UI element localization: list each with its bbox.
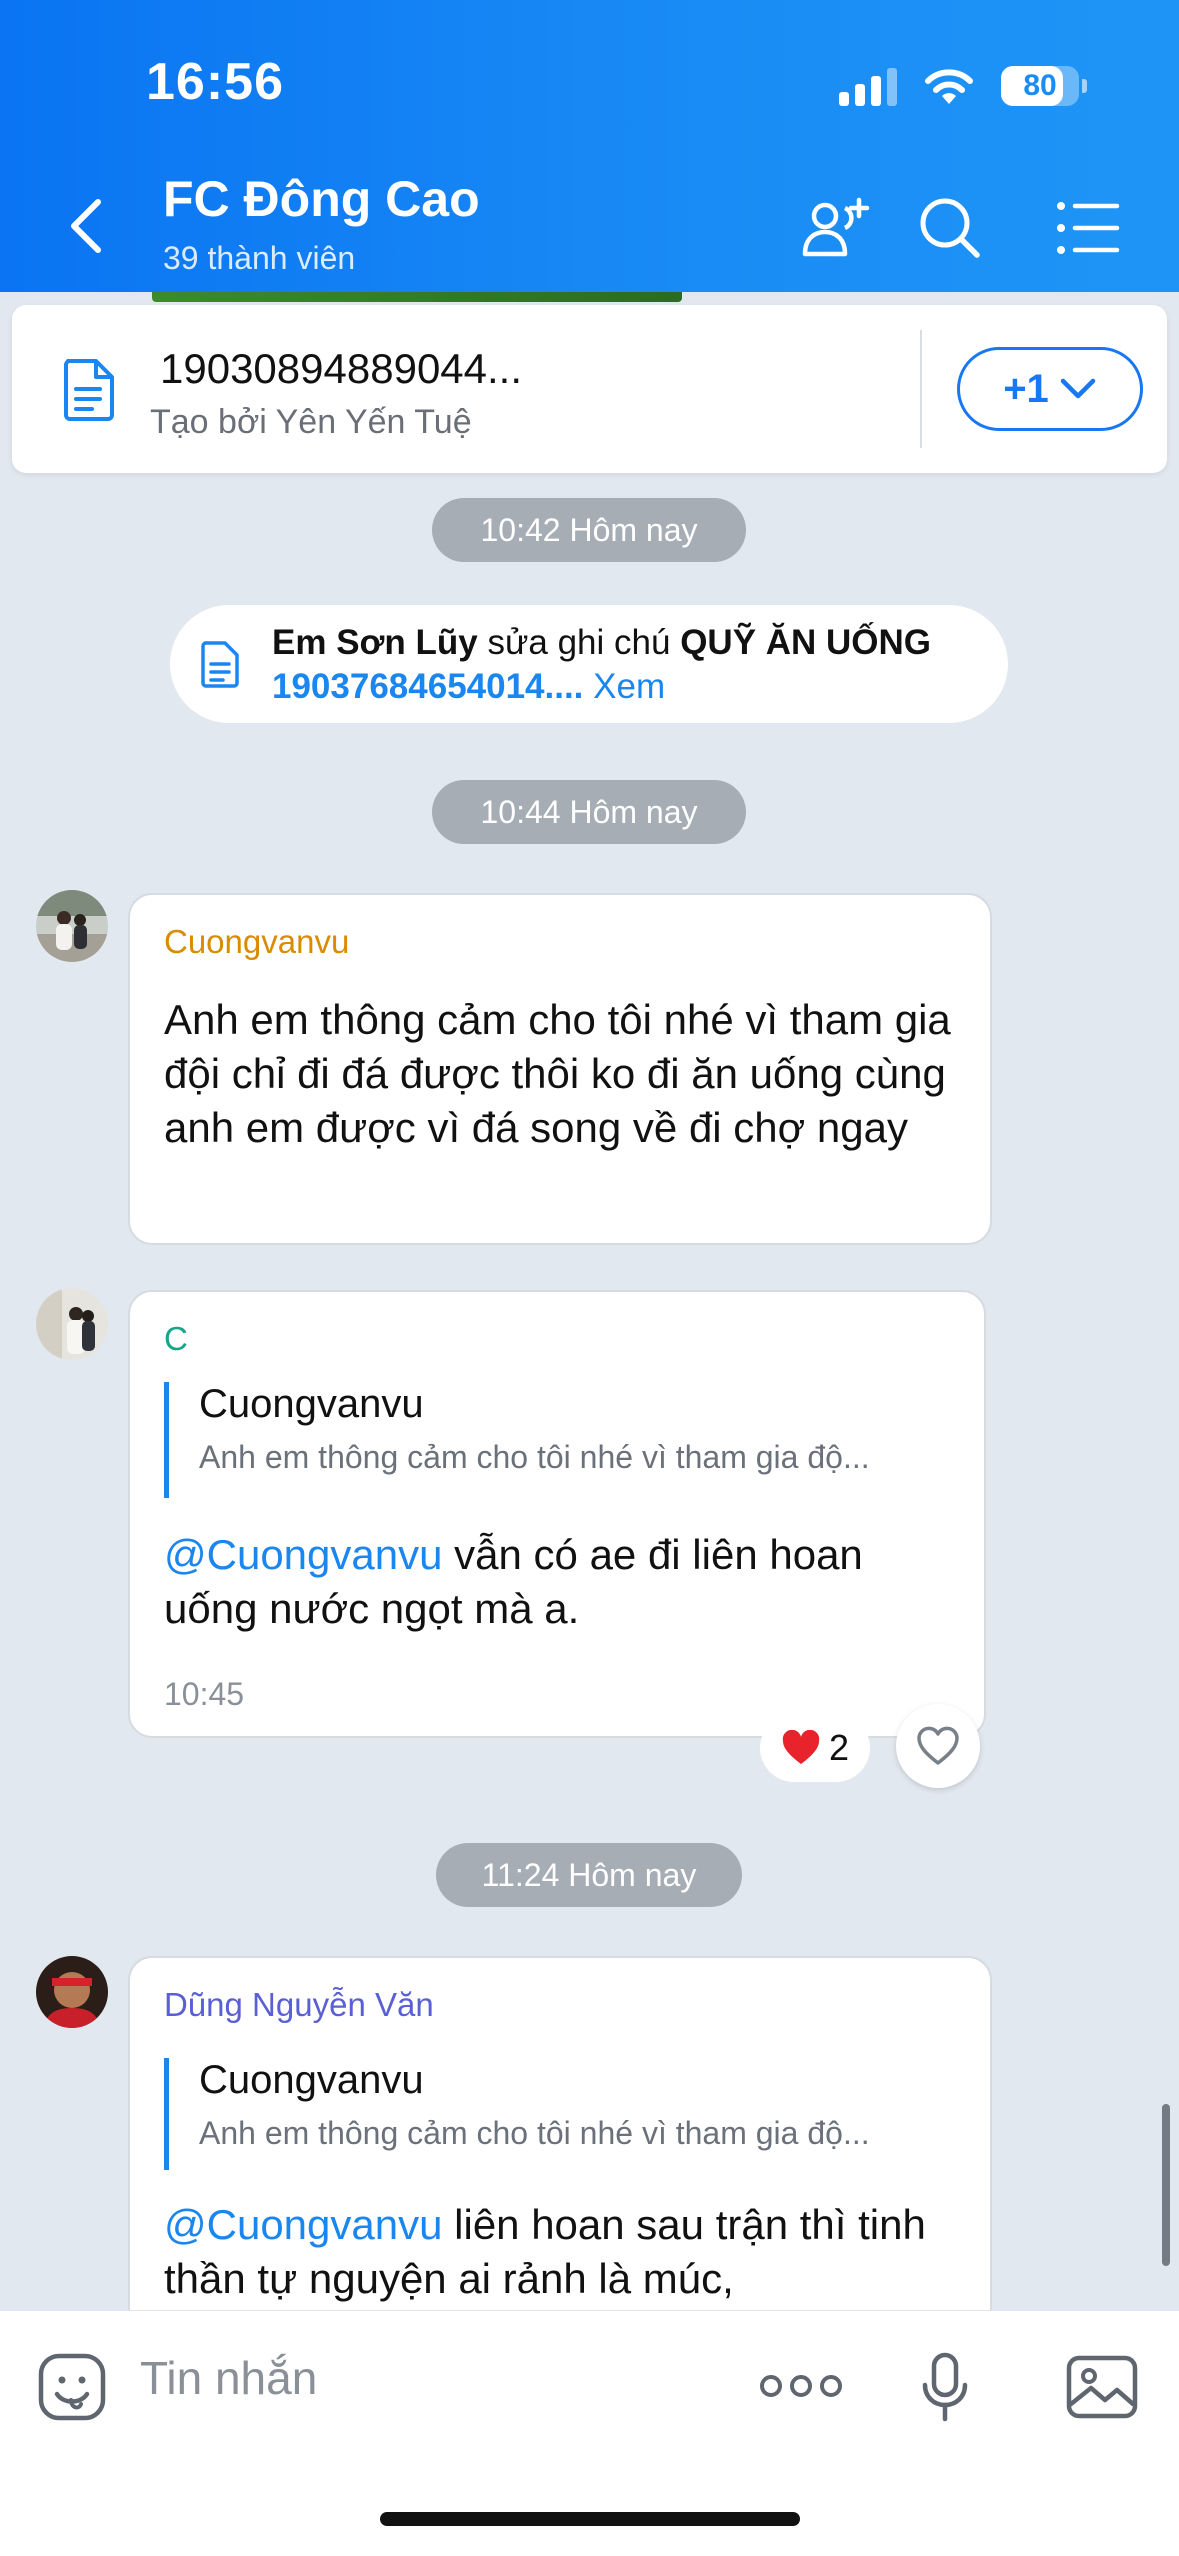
quoted-sender: Cuongvanvu: [199, 2058, 424, 2102]
avatar-photo: [36, 1288, 108, 1360]
note-update-text: Em Sơn Lũy sửa ghi chú QUỸ ĂN UỐNG: [272, 623, 931, 663]
group-title[interactable]: FC Đông Cao: [163, 170, 480, 228]
heart-outline-icon: [917, 1726, 959, 1765]
message-text: Anh em thông cảm cho tôi nhé vì tham gia…: [164, 996, 951, 1151]
divider: [920, 330, 922, 448]
back-button[interactable]: [60, 190, 110, 262]
chat-header: 16:56 80 FC Đông Cao 39 thành viên: [0, 0, 1179, 292]
quoted-message[interactable]: Cuongvanvu Anh em thông cảm cho tôi nhé …: [164, 2058, 870, 2170]
view-note-link[interactable]: Xem: [583, 667, 665, 706]
heart-reaction-icon: [782, 1730, 820, 1764]
member-count[interactable]: 39 thành viên: [163, 240, 355, 277]
note-update-link-line: 19037684654014.... Xem: [272, 667, 665, 707]
cellular-signal-icon: [839, 66, 897, 106]
voice-button[interactable]: [908, 2347, 982, 2427]
quoted-message[interactable]: Cuongvanvu Anh em thông cảm cho tôi nhé …: [164, 1382, 870, 1498]
more-pinned-count: +1: [1003, 366, 1049, 411]
message-sender[interactable]: C: [164, 1320, 188, 1358]
quoted-text: Anh em thông cảm cho tôi nhé vì tham gia…: [199, 1439, 870, 1475]
pinned-note-author: Tạo bởi Yên Yến Tuệ: [150, 403, 472, 441]
timestamp-pill: 11:24 Hôm nay: [436, 1843, 742, 1907]
mention-link[interactable]: @Cuongvanvu: [164, 1531, 442, 1578]
sticker-button[interactable]: [34, 2349, 110, 2425]
add-member-icon: [802, 197, 870, 257]
message-text: @Cuongvanvu vẫn có ae đi liên hoan uống …: [164, 1528, 964, 1636]
message-sender[interactable]: Dũng Nguyễn Văn: [164, 1986, 434, 2024]
avatar[interactable]: [36, 1956, 108, 2028]
image-icon: [1066, 2355, 1138, 2419]
pinned-media-strip: [152, 292, 682, 302]
home-indicator: [380, 2512, 800, 2526]
message-sender[interactable]: Cuongvanvu: [164, 923, 349, 961]
message-bubble[interactable]: C Cuongvanvu Anh em thông cảm cho tôi nh…: [128, 1290, 986, 1738]
sticker-icon: [38, 2353, 106, 2421]
note-update-notice[interactable]: Em Sơn Lũy sửa ghi chú QUỸ ĂN UỐNG 19037…: [170, 605, 1008, 723]
reaction-count: 2: [828, 1727, 850, 1768]
search-icon: [920, 198, 980, 258]
wifi-icon: [925, 69, 973, 104]
photo-button[interactable]: [1064, 2349, 1140, 2425]
mention-link[interactable]: @Cuongvanvu: [164, 2201, 442, 2248]
microphone-icon: [922, 2352, 968, 2422]
timestamp-pill: 10:44 Hôm nay: [432, 780, 746, 844]
document-icon: [201, 641, 239, 688]
menu-button[interactable]: [1050, 190, 1126, 266]
pinned-note-title: 19030894889044...: [160, 345, 523, 392]
more-pinned-button[interactable]: +1: [957, 347, 1143, 431]
pinned-note-bar[interactable]: 19030894889044... Tạo bởi Yên Yến Tuệ +1: [12, 305, 1167, 473]
back-icon: [71, 199, 101, 253]
note-name: QUỸ ĂN UỐNG: [680, 623, 932, 662]
scrollbar[interactable]: [1162, 2104, 1170, 2266]
status-time: 16:56: [146, 53, 284, 111]
quoted-sender: Cuongvanvu: [199, 1382, 424, 1426]
more-options-button[interactable]: [756, 2361, 846, 2411]
timestamp-pill: 10:42 Hôm nay: [432, 498, 746, 562]
message-text: @Cuongvanvu liên hoan sau trận thì tinh …: [164, 2198, 964, 2306]
avatar[interactable]: [36, 1288, 108, 1360]
add-member-button[interactable]: [798, 190, 874, 266]
document-icon: [64, 359, 114, 421]
battery-level: 80: [1023, 69, 1057, 102]
note-editor: Em Sơn Lũy: [272, 623, 478, 662]
more-dots-icon: [760, 2375, 842, 2397]
note-action: sửa ghi chú: [477, 623, 681, 662]
message-input[interactable]: Tin nhắn: [140, 2351, 317, 2405]
chevron-down-icon: [1060, 378, 1096, 399]
battery-tip: [1082, 79, 1087, 93]
avatar-photo: [36, 1956, 108, 2028]
message-bubble[interactable]: Cuongvanvu Anh em thông cảm cho tôi nhé …: [128, 893, 992, 1245]
avatar[interactable]: [36, 890, 108, 962]
react-button[interactable]: [896, 1704, 980, 1788]
quoted-text: Anh em thông cảm cho tôi nhé vì tham gia…: [199, 2115, 870, 2151]
message-time: 10:45: [164, 1676, 245, 1712]
menu-list-icon: [1057, 202, 1120, 254]
battery-icon: 80: [1001, 66, 1087, 106]
reaction-summary[interactable]: 2: [760, 1714, 870, 1782]
note-id-link[interactable]: 19037684654014....: [272, 667, 583, 706]
status-icons: 80: [839, 62, 1087, 110]
avatar-photo: [36, 890, 108, 962]
search-button[interactable]: [912, 190, 988, 266]
